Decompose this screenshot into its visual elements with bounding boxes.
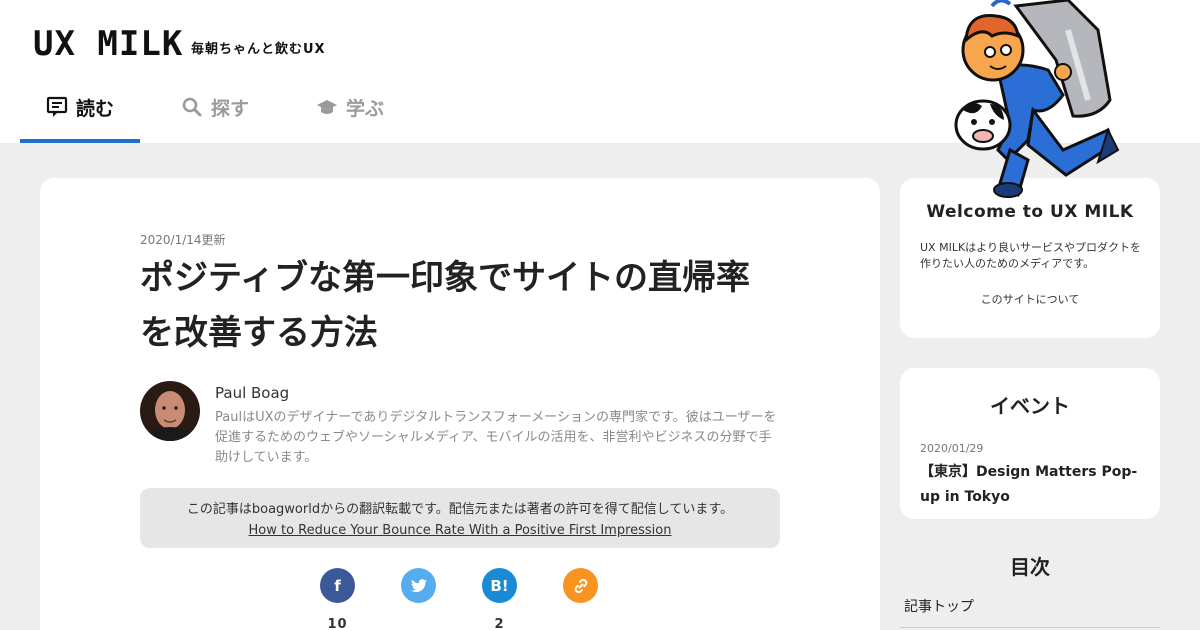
share-count: 2	[494, 617, 505, 630]
welcome-title: Welcome to UX MILK	[926, 202, 1134, 222]
toc-divider	[900, 627, 1160, 628]
main-nav: 読む 探す 学ぶ	[20, 86, 410, 143]
translation-note-text: この記事はboagworldからの翻訳転載です。配信元または著者の許可を得て配信…	[186, 502, 734, 517]
nav-tab-label: 読む	[75, 98, 114, 120]
nav-tab-label: 学ぶ	[345, 98, 384, 120]
share-link	[563, 568, 598, 630]
article-date: 2020/1/14更新	[140, 233, 226, 247]
site-tagline: 毎朝ちゃんと飲むUX	[191, 42, 326, 57]
toc-item[interactable]: 記事トップ	[904, 596, 974, 616]
event-date: 2020/01/29	[920, 442, 984, 455]
reading-icon	[46, 96, 68, 118]
nav-tab-learn[interactable]: 学ぶ	[290, 86, 410, 143]
translation-notice: この記事はboagworldからの翻訳転載です。配信元または著者の許可を得て配信…	[140, 488, 780, 548]
nav-tab-label: 探す	[210, 98, 249, 120]
search-icon	[181, 96, 203, 118]
author-bio: PaulはUXのデザイナーでありデジタルトランスフォーメーションの専門家です。彼…	[215, 410, 777, 465]
site-logo[interactable]: UX MILK	[33, 24, 183, 64]
about-site-link[interactable]: このサイトについて	[900, 291, 1160, 307]
share-twitter	[401, 568, 436, 630]
nav-tab-search[interactable]: 探す	[155, 86, 275, 143]
nav-tab-read[interactable]: 読む	[20, 86, 140, 143]
facebook-icon[interactable]: f	[320, 568, 355, 603]
event-link[interactable]: 【東京】Design Matters Pop-up in Tokyo	[920, 460, 1145, 510]
share-facebook: f 10	[320, 568, 355, 630]
events-title: イベント	[990, 394, 1070, 418]
twitter-icon[interactable]	[401, 568, 436, 603]
link-icon[interactable]	[563, 568, 598, 603]
hatena-bookmark-icon[interactable]: B!	[482, 568, 517, 603]
toc-title: 目次	[1010, 555, 1050, 579]
author-name[interactable]: Paul Boag	[215, 384, 289, 402]
share-hatena: B! 2	[482, 568, 517, 630]
welcome-card: Welcome to UX MILK UX MILKはより良いサービスやプロダク…	[900, 178, 1160, 338]
share-buttons: f 10 B! 2	[320, 568, 598, 630]
graduation-cap-icon	[316, 96, 338, 118]
original-article-link[interactable]: How to Reduce Your Bounce Rate With a Po…	[140, 520, 780, 541]
mascot-illustration	[948, 0, 1123, 200]
events-card: イベント 2020/01/29 【東京】Design Matters Pop-u…	[900, 368, 1160, 519]
author-avatar[interactable]	[140, 381, 200, 441]
welcome-text: UX MILKはより良いサービスやプロダクトを作りたい人のためのメディアです。	[920, 241, 1141, 270]
article-card: 2020/1/14更新 ポジティブな第一印象でサイトの直帰率を改善する方法 Pa…	[40, 178, 880, 630]
share-count: 10	[327, 617, 348, 630]
article-title: ポジティブな第一印象でサイトの直帰率を改善する方法	[140, 258, 750, 353]
